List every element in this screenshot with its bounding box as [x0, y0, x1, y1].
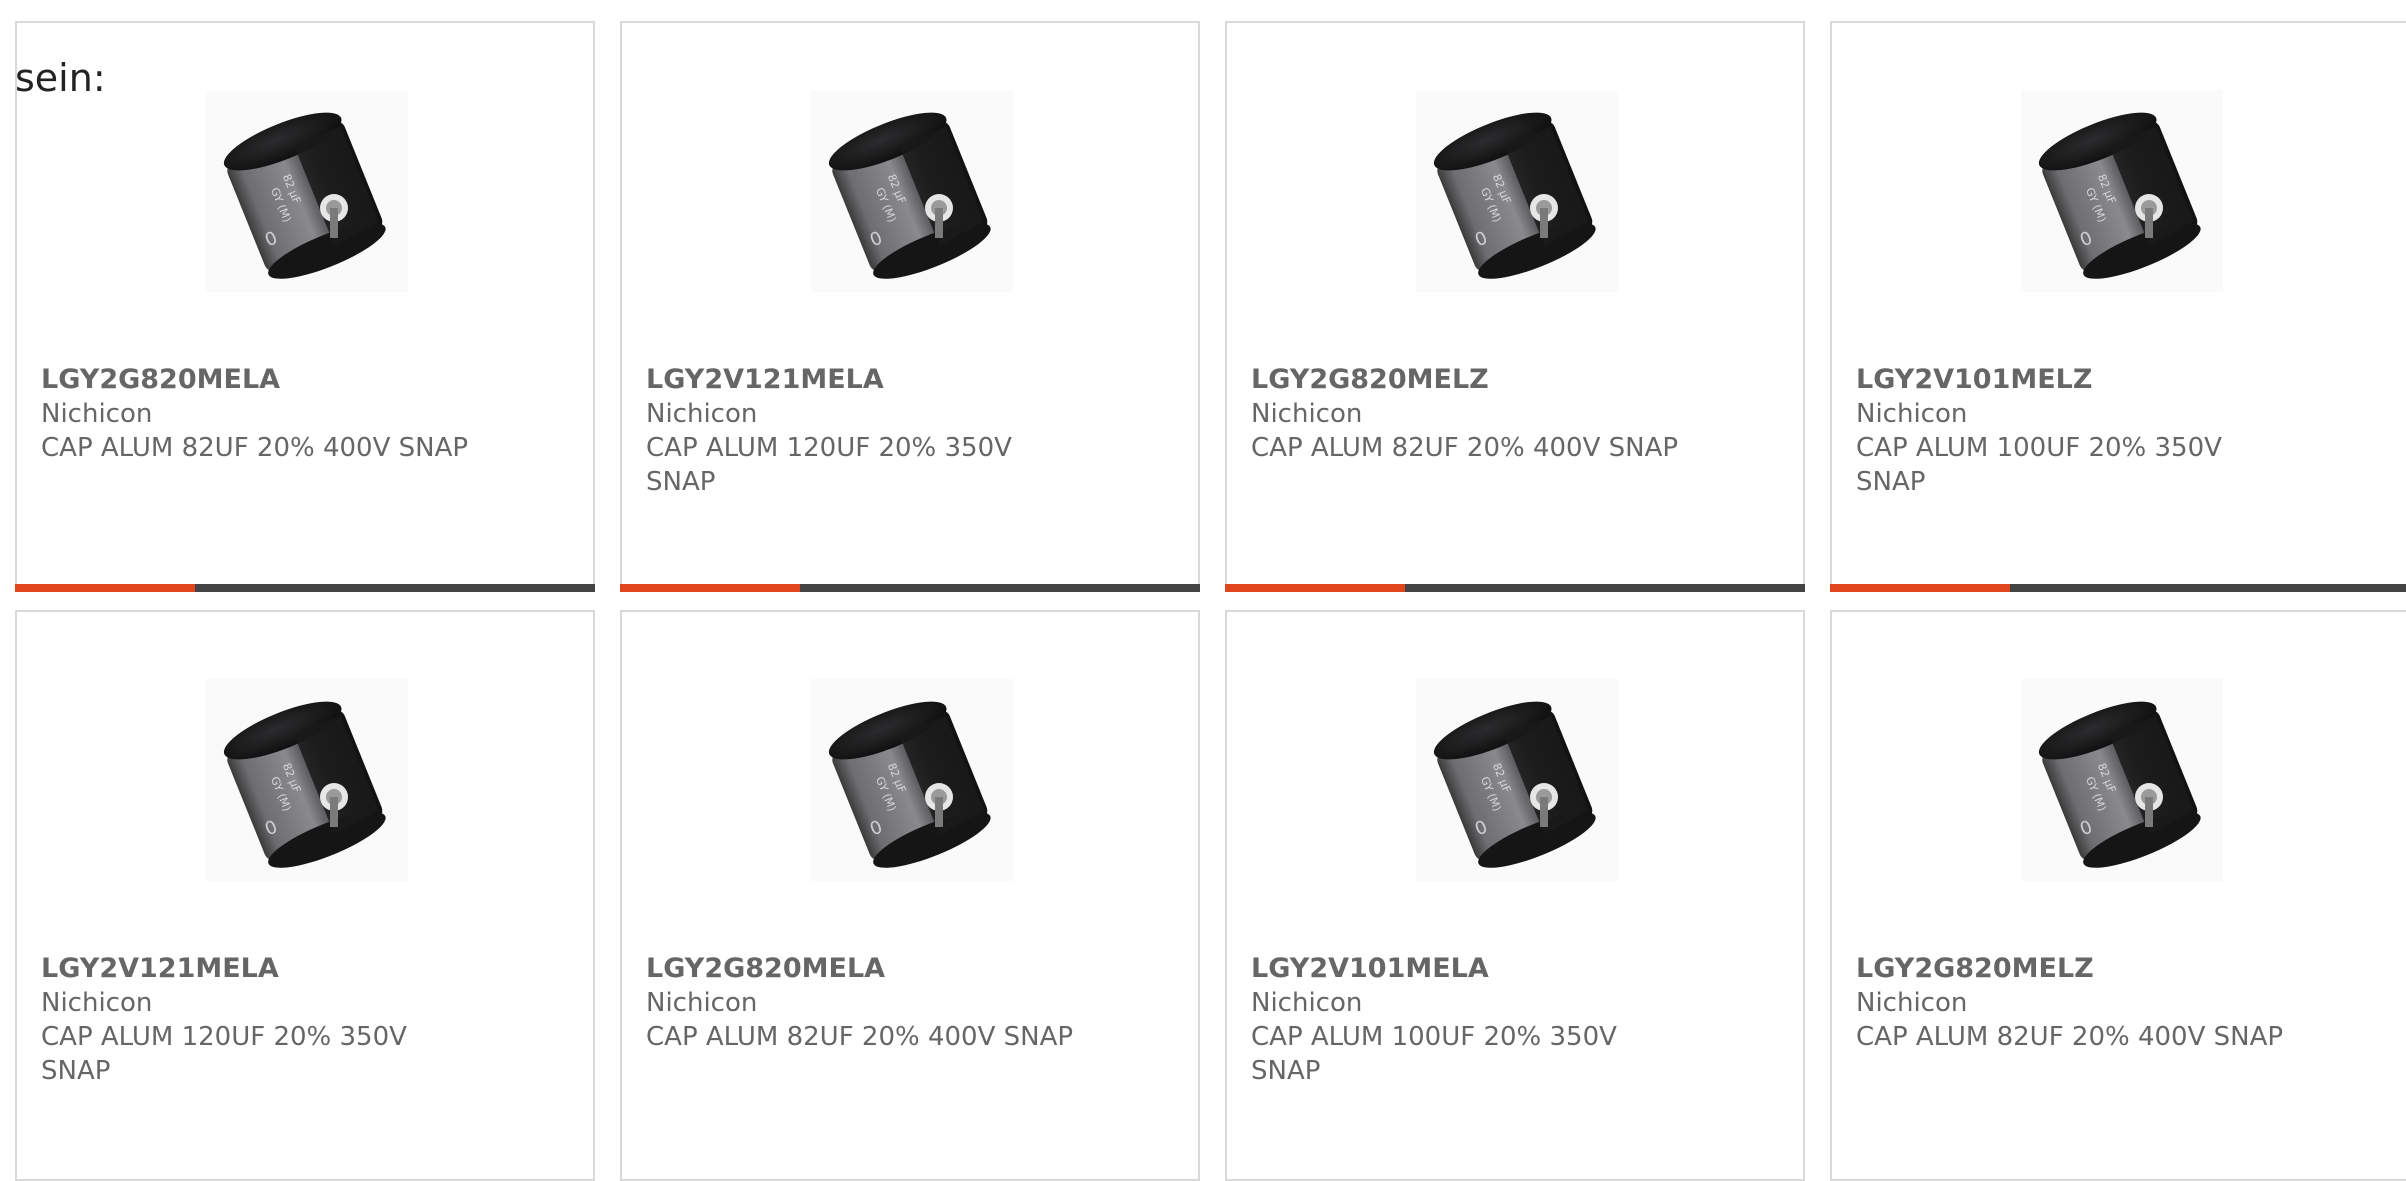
manufacturer: Nichicon	[1856, 988, 1968, 1018]
capacitor-image[interactable]: GY (M) 82 μF 0	[206, 90, 408, 292]
progress-bar	[620, 584, 1200, 592]
progress-bar-fill	[1225, 584, 1405, 592]
part-number[interactable]: LGY2G820MELA	[41, 363, 280, 397]
manufacturer: Nichicon	[1856, 399, 1968, 429]
product-description: CAP ALUM 82UF 20% 400V SNAP	[1856, 1022, 2284, 1052]
manufacturer: Nichicon	[646, 399, 758, 429]
part-number[interactable]: LGY2V121MELA	[646, 363, 884, 397]
product-description: CAP ALUM 82UF 20% 400V SNAP	[646, 1022, 1074, 1052]
part-number[interactable]: LGY2G820MELA	[646, 952, 885, 986]
capacitor-image[interactable]: GY (M) 82 μF 0	[2021, 679, 2223, 881]
progress-bar	[15, 584, 595, 592]
product-description: CAP ALUM 120UF 20% 350V SNAP	[41, 1022, 407, 1086]
progress-bar-fill	[15, 584, 195, 592]
capacitor-image[interactable]: GY (M) 82 μF 0	[811, 679, 1013, 881]
part-number[interactable]: LGY2G820MELZ	[1856, 952, 2094, 986]
capacitor-image[interactable]: GY (M) 82 μF 0	[2021, 90, 2223, 292]
product-card[interactable]: GY (M) 82 μF 0 LGY2V121MELA Nichicon CAP…	[15, 610, 595, 1181]
progress-bar	[1830, 584, 2406, 592]
product-grid: GY (M) 82 μF 0 LGY2G820MELA Nichicon CAP…	[15, 21, 2406, 1181]
manufacturer: Nichicon	[41, 988, 153, 1018]
product-card[interactable]: GY (M) 82 μF 0 LGY2G820MELZ Nichicon CAP…	[1225, 21, 1805, 592]
part-number[interactable]: LGY2V121MELA	[41, 952, 279, 986]
manufacturer: Nichicon	[646, 988, 758, 1018]
progress-bar	[1225, 584, 1805, 592]
capacitor-image[interactable]: GY (M) 82 μF 0	[1416, 90, 1618, 292]
section-heading: sein:	[15, 56, 106, 100]
part-number[interactable]: LGY2V101MELA	[1251, 952, 1489, 986]
product-description: CAP ALUM 82UF 20% 400V SNAP	[41, 433, 469, 463]
product-card[interactable]: GY (M) 82 μF 0 LGY2V101MELA Nichicon CAP…	[1225, 610, 1805, 1181]
capacitor-image[interactable]: GY (M) 82 μF 0	[206, 679, 408, 881]
manufacturer: Nichicon	[1251, 988, 1363, 1018]
capacitor-image[interactable]: GY (M) 82 μF 0	[811, 90, 1013, 292]
product-description: CAP ALUM 82UF 20% 400V SNAP	[1251, 433, 1679, 463]
product-card[interactable]: GY (M) 82 μF 0 LGY2G820MELA Nichicon CAP…	[620, 610, 1200, 1181]
product-description: CAP ALUM 100UF 20% 350V SNAP	[1251, 1022, 1617, 1086]
progress-bar-fill	[620, 584, 800, 592]
product-card[interactable]: GY (M) 82 μF 0 LGY2G820MELZ Nichicon CAP…	[1830, 610, 2406, 1181]
manufacturer: Nichicon	[1251, 399, 1363, 429]
product-card[interactable]: GY (M) 82 μF 0 LGY2V101MELZ Nichicon CAP…	[1830, 21, 2406, 592]
part-number[interactable]: LGY2V101MELZ	[1856, 363, 2092, 397]
progress-bar-fill	[1830, 584, 2010, 592]
manufacturer: Nichicon	[41, 399, 153, 429]
product-card[interactable]: GY (M) 82 μF 0 LGY2V121MELA Nichicon CAP…	[620, 21, 1200, 592]
product-description: CAP ALUM 120UF 20% 350V SNAP	[646, 433, 1012, 497]
capacitor-image[interactable]: GY (M) 82 μF 0	[1416, 679, 1618, 881]
product-description: CAP ALUM 100UF 20% 350V SNAP	[1856, 433, 2222, 497]
product-card[interactable]: GY (M) 82 μF 0 LGY2G820MELA Nichicon CAP…	[15, 21, 595, 592]
part-number[interactable]: LGY2G820MELZ	[1251, 363, 1489, 397]
